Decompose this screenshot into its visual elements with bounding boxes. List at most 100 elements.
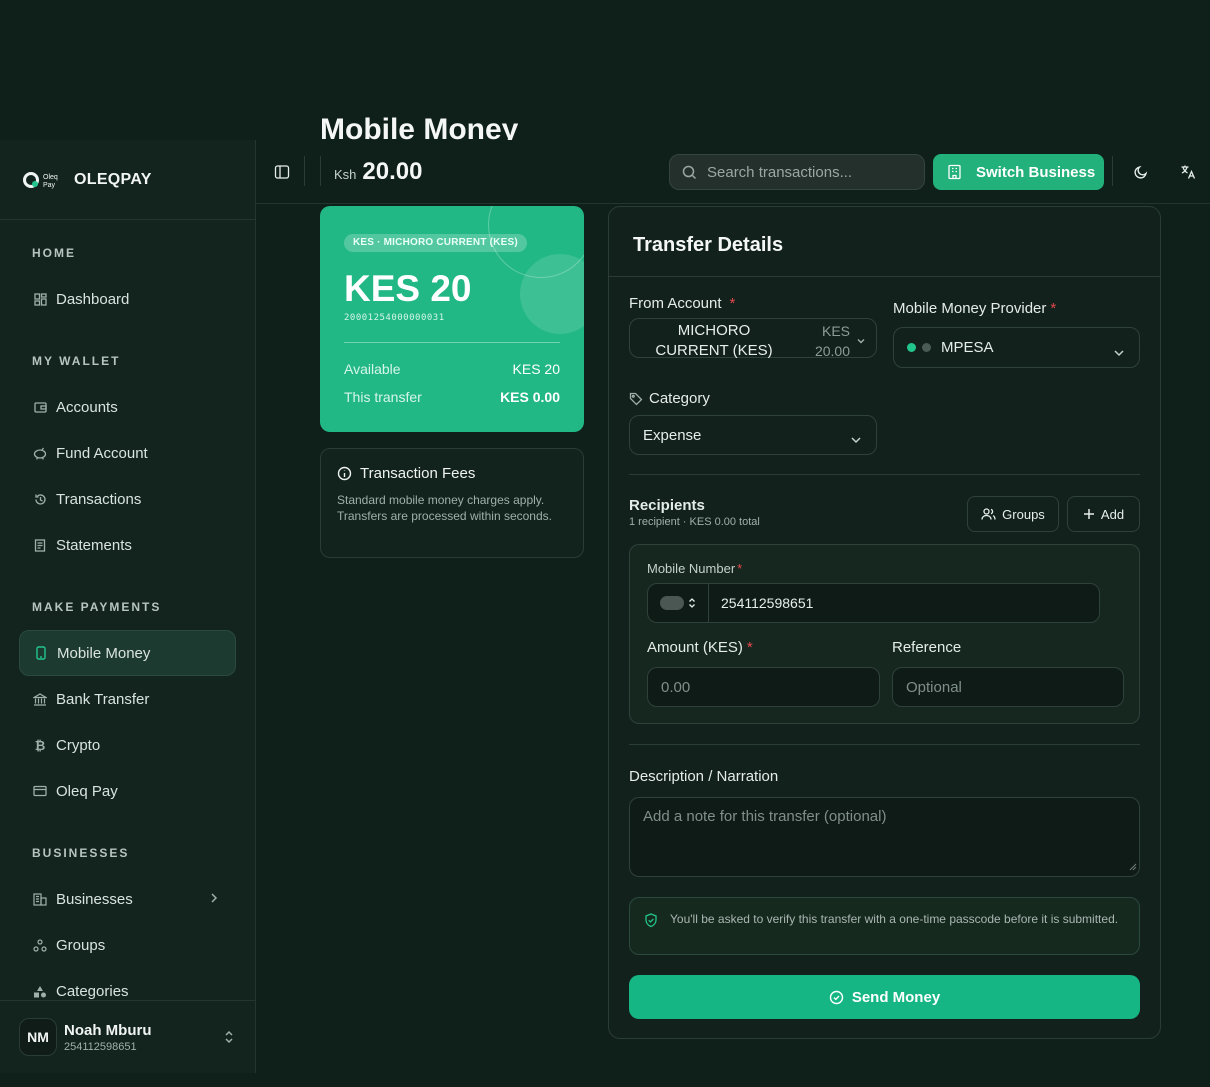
bitcoin-icon: ₿ xyxy=(34,737,46,753)
divider xyxy=(304,156,305,186)
sidebar-item-businesses[interactable]: Businesses xyxy=(19,876,236,922)
oleqpay-logo: Oleq Pay xyxy=(22,169,64,191)
sidebar-item-dashboard[interactable]: Dashboard xyxy=(19,276,236,322)
recipients-summary: 1 recipient · KES 0.00 total xyxy=(629,516,760,528)
brand-name: OLEQPAY xyxy=(74,170,152,188)
account-chip: KES · MICHORO CURRENT (KES) xyxy=(344,234,527,252)
sidebar-item-crypto[interactable]: ₿ Crypto xyxy=(19,722,236,768)
sidebar-item-label: Oleq Pay xyxy=(56,782,118,800)
section-home: HOME xyxy=(32,246,76,260)
chevrons-up-down-icon xyxy=(688,597,696,609)
panel-header: Transfer Details xyxy=(609,207,1160,277)
category-label: Category xyxy=(629,390,710,407)
moon-icon[interactable] xyxy=(1131,162,1151,182)
available-label: Available xyxy=(344,361,401,377)
sidebar-item-label: Statements xyxy=(56,536,132,554)
this-transfer-row: This transfer KES 0.00 xyxy=(344,389,560,405)
sidebar-item-accounts[interactable]: Accounts xyxy=(19,384,236,430)
add-recipient-button[interactable]: Add xyxy=(1067,496,1140,532)
country-code-select[interactable] xyxy=(648,584,709,622)
chevron-right-icon xyxy=(210,891,218,908)
avatar: NM xyxy=(19,1018,57,1056)
provider-active-dot xyxy=(907,343,916,352)
mobile-number-field: 254112598651 xyxy=(647,583,1100,623)
fees-text: Standard mobile money charges apply. Tra… xyxy=(337,493,552,523)
amount-input[interactable]: 0.00 xyxy=(647,667,880,707)
balance-currency: Ksh xyxy=(334,167,357,182)
switch-business-label: Switch Business xyxy=(976,163,1096,181)
account-number: 20001254000000031 xyxy=(344,313,445,323)
from-account-balance: KES 20.00 xyxy=(814,323,850,359)
chevron-down-icon xyxy=(850,431,862,448)
sidebar-item-label: Transactions xyxy=(56,490,142,508)
users-icon xyxy=(981,507,996,521)
brand[interactable]: Oleq Pay OLEQPAY xyxy=(0,140,255,220)
divider xyxy=(1112,156,1113,186)
sidebar-item-fund-account[interactable]: Fund Account xyxy=(19,430,236,476)
user-phone: 254112598651 xyxy=(64,1040,137,1053)
provider-inactive-dot xyxy=(922,343,931,352)
from-account-select[interactable]: MICHORO CURRENT (KES) KES 20.00 xyxy=(629,318,877,359)
from-account-name: MICHORO CURRENT (KES) xyxy=(655,322,773,359)
search-icon xyxy=(682,165,697,180)
credit-card-icon xyxy=(33,784,47,798)
description-placeholder: Add a note for this transfer (optional) xyxy=(643,808,887,825)
provider-label: Mobile Money Provider * xyxy=(893,300,1057,317)
svg-text:Oleq: Oleq xyxy=(43,174,58,181)
reference-input[interactable]: Optional xyxy=(892,667,1124,707)
resize-handle-icon[interactable] xyxy=(1129,858,1137,875)
tag-icon xyxy=(629,392,643,406)
top-bar: Ksh 20.00 Search transactions... Switch … xyxy=(256,140,1210,204)
sidebar-item-oleq-pay[interactable]: Oleq Pay xyxy=(19,768,236,814)
switch-business-button[interactable]: Switch Business xyxy=(933,154,1104,190)
send-money-button[interactable]: Send Money xyxy=(629,975,1140,1019)
add-button-label: Add xyxy=(1100,506,1125,522)
sidebar-item-statements[interactable]: Statements xyxy=(19,522,236,568)
transfer-details-panel: Transfer Details From Account * MICHORO C… xyxy=(608,206,1161,1039)
sidebar-item-transactions[interactable]: Transactions xyxy=(19,476,236,522)
section-payments: MAKE PAYMENTS xyxy=(32,600,162,614)
mobile-number-input[interactable]: 254112598651 xyxy=(721,595,813,611)
amount-label: Amount (KES) * xyxy=(647,639,753,656)
panel-title: Transfer Details xyxy=(633,234,784,256)
building-icon xyxy=(33,892,47,906)
category-select[interactable]: Expense xyxy=(629,415,877,455)
sidebar-item-bank-transfer[interactable]: Bank Transfer xyxy=(19,676,236,722)
description-textarea[interactable]: Add a note for this transfer (optional) xyxy=(629,797,1140,877)
otp-notice: You'll be asked to verify this transfer … xyxy=(629,897,1140,955)
sidebar-item-groups[interactable]: Groups xyxy=(19,922,236,968)
chevron-down-icon xyxy=(856,332,866,349)
user-menu[interactable]: NM Noah Mburu 254112598651 xyxy=(0,1000,255,1073)
sidebar-item-label: Bank Transfer xyxy=(56,690,150,708)
account-card: KES · MICHORO CURRENT (KES) KES 20 20001… xyxy=(320,206,584,432)
divider xyxy=(629,744,1140,745)
shield-check-icon xyxy=(644,913,658,954)
from-account-label: From Account * xyxy=(629,295,736,312)
sidebar-item-label: Accounts xyxy=(56,398,118,416)
sidebar-toggle-icon[interactable] xyxy=(272,162,292,182)
fees-title: Transaction Fees xyxy=(360,465,476,482)
otp-notice-text: You'll be asked to verify this transfer … xyxy=(670,912,1119,926)
smartphone-icon xyxy=(34,646,48,660)
plus-icon xyxy=(1083,508,1095,520)
sidebar-item-label: Crypto xyxy=(56,736,101,754)
reference-placeholder: Optional xyxy=(906,678,962,696)
history-icon xyxy=(33,492,47,506)
sidebar-item-label: Categories xyxy=(56,982,129,1000)
chevron-down-icon xyxy=(1113,344,1125,361)
provider-select[interactable]: MPESA xyxy=(893,327,1140,368)
piggy-bank-icon xyxy=(33,446,47,460)
balance-value: 20.00 xyxy=(362,158,423,185)
sidebar-item-mobile-money[interactable]: Mobile Money xyxy=(19,630,236,676)
page-title: Mobile Money xyxy=(320,113,519,140)
sidebar-item-label: Dashboard xyxy=(56,290,130,308)
sidebar-item-label: Groups xyxy=(56,936,106,954)
flag-icon xyxy=(660,596,684,610)
available-row: Available KES 20 xyxy=(344,361,560,377)
groups-button[interactable]: Groups xyxy=(967,496,1059,532)
amount-placeholder: 0.00 xyxy=(661,678,691,696)
chevrons-up-down-icon xyxy=(224,1029,234,1050)
building-icon xyxy=(947,164,962,180)
search-input[interactable]: Search transactions... xyxy=(669,154,925,190)
translate-icon[interactable] xyxy=(1178,162,1198,182)
